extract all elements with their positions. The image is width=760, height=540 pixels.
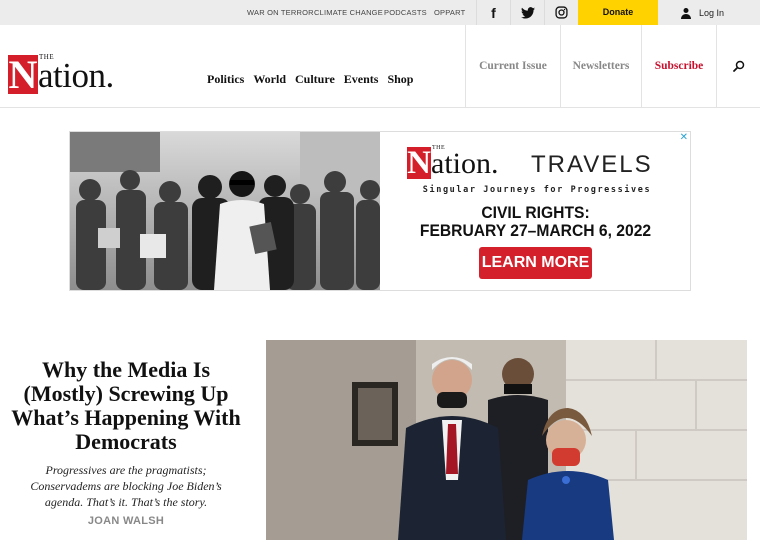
ad-logo-initial: N: [407, 145, 431, 181]
site-logo[interactable]: N THE ation.: [8, 53, 153, 95]
ad-copy: N THE ation. TRAVELS Singular Journeys f…: [381, 132, 690, 290]
feature-story: Why the Media Is (Mostly) Screwing Up Wh…: [0, 358, 252, 528]
facebook-icon: f: [491, 4, 496, 21]
login-link[interactable]: Log In: [680, 0, 724, 25]
story-hero-image[interactable]: [266, 340, 747, 540]
ad-event-title: CIVIL RIGHTS:: [481, 203, 590, 222]
primary-nav: Politics World Culture Events Shop: [207, 72, 413, 87]
search-button[interactable]: [716, 25, 760, 107]
instagram-link[interactable]: [544, 0, 578, 25]
logo-wordmark: ation.: [38, 56, 114, 95]
ad-logo-wordmark: ation.: [431, 147, 499, 180]
instagram-icon: [555, 6, 568, 19]
story-dek: Progressives are the pragmatists; Conser…: [30, 463, 222, 509]
topbar-link-war-on-terror[interactable]: War on Terror: [247, 0, 314, 25]
nav-item-world[interactable]: World: [253, 72, 286, 87]
utility-bar: War on Terror Climate Change Podcasts Op…: [0, 0, 760, 25]
twitter-icon: [520, 6, 535, 19]
topbar-link-oppart[interactable]: OppArt: [434, 0, 465, 25]
story-headline[interactable]: Why the Media Is (Mostly) Screwing Up Wh…: [0, 358, 252, 454]
learn-more-button[interactable]: LEARN MORE: [479, 247, 592, 279]
newsletters-link[interactable]: Newsletters: [560, 25, 641, 107]
nav-item-politics[interactable]: Politics: [207, 72, 244, 87]
topbar-link-podcasts[interactable]: Podcasts: [384, 0, 427, 25]
twitter-link[interactable]: [510, 0, 544, 25]
ad-logo-travels: TRAVELS: [531, 151, 653, 178]
nav-item-shop[interactable]: Shop: [387, 72, 413, 87]
search-icon: [732, 61, 744, 73]
donate-button[interactable]: Donate: [578, 0, 658, 25]
ad-photo-civil-rights-march: [70, 132, 380, 290]
ad-close-icon[interactable]: ✕: [680, 132, 688, 143]
ad-tagline: Singular Journeys for Progressives: [422, 185, 652, 195]
ad-event-dates: FEBRUARY 27–MARCH 6, 2022: [419, 221, 652, 240]
nav-item-events[interactable]: Events: [344, 72, 379, 87]
story-byline[interactable]: JOAN WALSH: [0, 515, 252, 527]
logo-initial: N: [8, 52, 38, 97]
subscribe-link[interactable]: Subscribe: [641, 25, 716, 107]
login-label: Log In: [699, 7, 725, 18]
site-header: N THE ation. Politics World Culture Even…: [0, 25, 760, 108]
travel-ad-banner[interactable]: N THE ation. TRAVELS Singular Journeys f…: [69, 131, 691, 291]
current-issue-link[interactable]: Current Issue: [465, 25, 560, 107]
nav-item-culture[interactable]: Culture: [295, 72, 335, 87]
facebook-link[interactable]: f: [476, 0, 510, 25]
user-icon: [681, 7, 691, 19]
topbar-link-climate-change[interactable]: Climate Change: [314, 0, 383, 25]
